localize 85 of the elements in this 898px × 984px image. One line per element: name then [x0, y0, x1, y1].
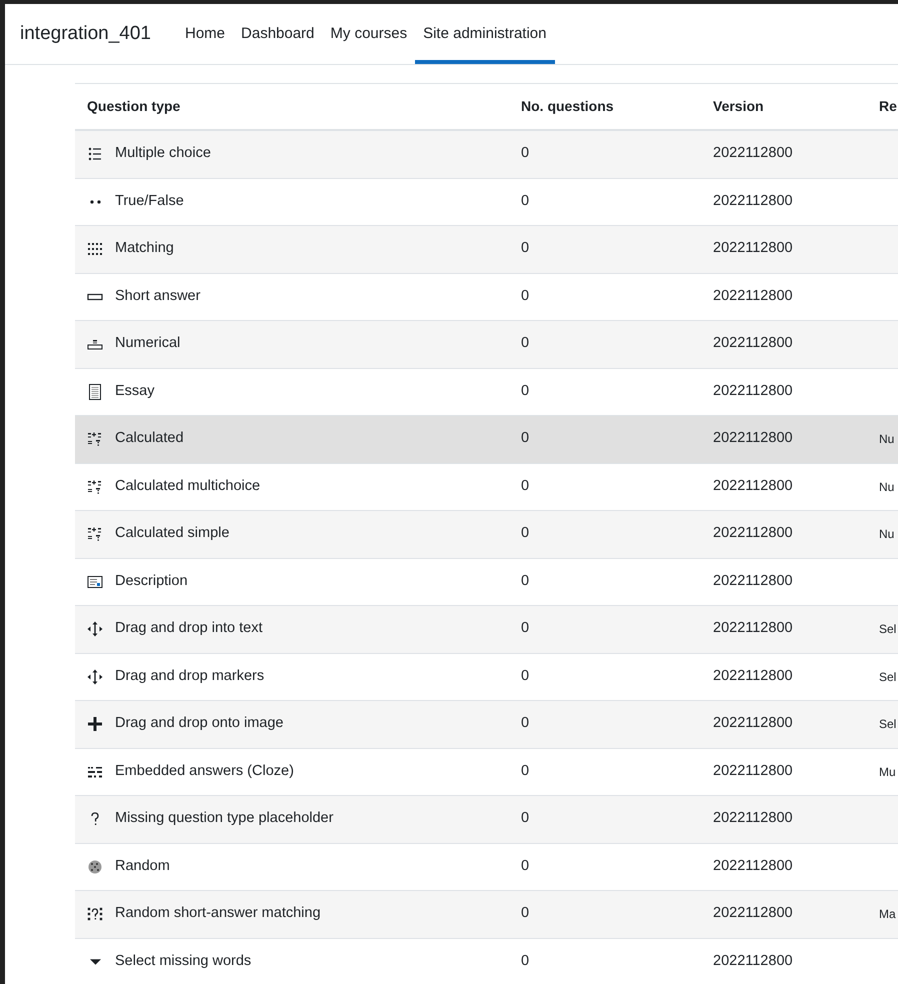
table-cell: 2022112800: [713, 620, 793, 636]
table-cell: 2022112800: [713, 430, 793, 446]
table-cell: Nu: [879, 480, 894, 494]
table-cell: 0: [521, 810, 530, 826]
dots-icon: [90, 200, 100, 204]
table-cell: 0: [521, 382, 530, 399]
table-cell: Sel: [879, 670, 896, 684]
column-header: Re: [879, 98, 897, 114]
table-cell-text: Calculated: [115, 429, 184, 448]
table-cell: Nu: [879, 527, 894, 542]
table-cell: 0: [521, 525, 530, 542]
dot-grid-icon: [87, 241, 103, 258]
table-cell-text: Drag and drop markers: [115, 666, 264, 686]
move-icon: [87, 621, 103, 638]
table-cell-text: Description: [115, 572, 188, 591]
table-cell: Mu: [879, 764, 896, 779]
table-cell-text: Calculated simple: [115, 524, 230, 544]
formula-icon: [87, 431, 103, 448]
table-cell-text: Missing question type placeholder: [115, 809, 334, 828]
table-cell: 2022112800: [713, 715, 793, 732]
column-header: Question type: [87, 98, 180, 114]
table-cell-text: Essay: [115, 382, 154, 401]
dropdown-caret-icon: [90, 958, 100, 965]
table-cell: 2022112800: [713, 668, 793, 684]
table-cell-text: Calculated multichoice: [115, 476, 260, 496]
table-cell: 2022112800: [713, 240, 793, 256]
table-cell: Sel: [879, 717, 896, 732]
table-cell: Ma: [879, 907, 896, 922]
table-cell: 2022112800: [713, 572, 793, 589]
table-cell-text: Short answer: [115, 286, 200, 306]
random-match-icon: [87, 906, 103, 922]
table-cell: 0: [521, 715, 530, 732]
table-cell-text: Random: [115, 856, 170, 876]
column-header: Version: [713, 98, 764, 114]
table-cell: Nu: [879, 432, 894, 446]
table-cell: 2022112800: [713, 762, 793, 779]
table-cell: 0: [521, 240, 530, 256]
card-icon: [87, 574, 103, 590]
nav-link[interactable]: Site administration: [415, 4, 554, 64]
table-cell: 2022112800: [713, 382, 793, 399]
table-cell: 0: [521, 335, 530, 352]
table-cell: 0: [521, 620, 530, 636]
document-icon: [87, 384, 103, 400]
table-cell: 2022112800: [713, 478, 793, 494]
formula-icon: [87, 478, 103, 495]
table-cell-text: Random short-answer matching: [115, 904, 321, 924]
table-cell: 2022112800: [713, 858, 793, 874]
table-cell: 2022112800: [713, 905, 793, 922]
table-cell: 0: [521, 192, 530, 209]
table-cell: 2022112800: [713, 288, 793, 304]
table-cell-text: Select missing words: [115, 952, 252, 971]
table-cell: 0: [521, 668, 530, 684]
table-cell-text: Numerical: [115, 334, 180, 354]
table-cell: 0: [521, 478, 530, 494]
table-cell: 0: [521, 762, 530, 779]
table-cell-text: Drag and drop onto image: [115, 714, 284, 734]
table-cell: 2022112800: [713, 525, 793, 542]
formula-icon: [87, 526, 103, 542]
table-cell-text: Embedded answers (Cloze): [115, 762, 294, 781]
table-cell: 2022112800: [713, 952, 793, 969]
table-cell: 0: [521, 572, 530, 589]
list-icon: [87, 146, 103, 162]
table-cell-text: Matching: [115, 239, 174, 258]
site-name[interactable]: integration_401: [20, 20, 151, 48]
nav-link[interactable]: Home: [177, 4, 234, 64]
nav-link[interactable]: Dashboard: [233, 4, 322, 64]
cross-icon: [87, 716, 103, 732]
table-cell: Sel: [879, 622, 896, 636]
table-cell-text: True/False: [115, 192, 184, 211]
nav-link[interactable]: My courses: [322, 4, 416, 64]
table-cell: 0: [521, 430, 530, 446]
table-cell: 2022112800: [713, 810, 793, 826]
table-cell: 0: [521, 905, 530, 922]
table-cell: 2022112800: [713, 145, 793, 162]
table-cell-text: Drag and drop into text: [115, 619, 263, 638]
move-icon: [87, 668, 103, 685]
table-cell: 0: [521, 145, 530, 162]
table-cell: 2022112800: [713, 192, 793, 209]
table-cell-text: Multiple choice: [115, 144, 211, 164]
table-cell: 2022112800: [713, 335, 793, 352]
table-cell: 0: [521, 952, 530, 969]
column-header: No. questions: [521, 98, 614, 114]
table-cell: 0: [521, 858, 530, 874]
dice-icon: [87, 858, 103, 875]
table-cell: 0: [521, 288, 530, 304]
